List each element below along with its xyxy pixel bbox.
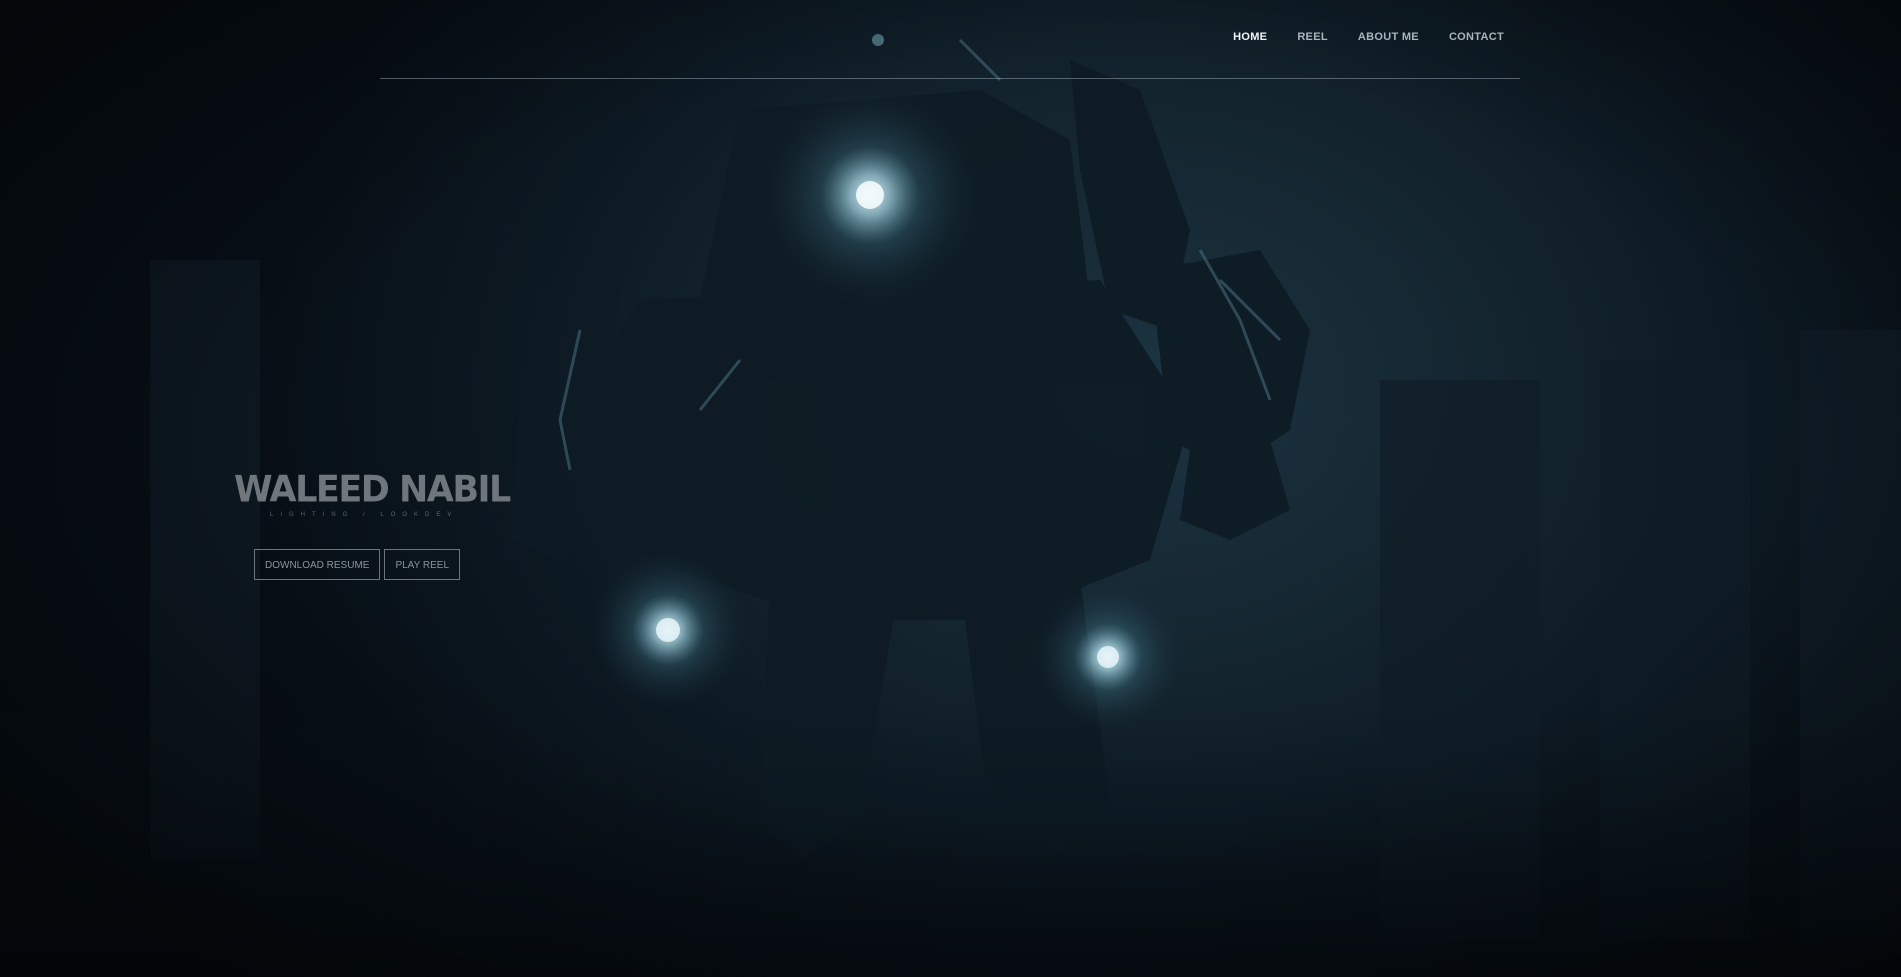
hero-section: HOME REEL ABOUT ME CONTACT WALEED NABIL … (0, 0, 1901, 977)
download-resume-button[interactable]: DOWNLOAD RESUME (254, 549, 381, 580)
top-navigation: HOME REEL ABOUT ME CONTACT (380, 0, 1520, 79)
nav-menu: HOME REEL ABOUT ME CONTACT (1203, 31, 1504, 43)
logo-tagline: LIGHTING / LOOKDEV (270, 512, 459, 518)
hero-actions: DOWNLOAD RESUME PLAY REEL (254, 549, 461, 580)
logo-name: WALEED NABIL (234, 469, 511, 511)
play-reel-button[interactable]: PLAY REEL (384, 549, 461, 580)
nav-item-about-me[interactable]: ABOUT ME (1358, 31, 1419, 43)
nav-item-home[interactable]: HOME (1233, 31, 1267, 43)
site-logo: WALEED NABIL LIGHTING / LOOKDEV (234, 469, 511, 518)
nav-item-contact[interactable]: CONTACT (1449, 31, 1504, 43)
nav-item-reel[interactable]: REEL (1297, 31, 1328, 43)
